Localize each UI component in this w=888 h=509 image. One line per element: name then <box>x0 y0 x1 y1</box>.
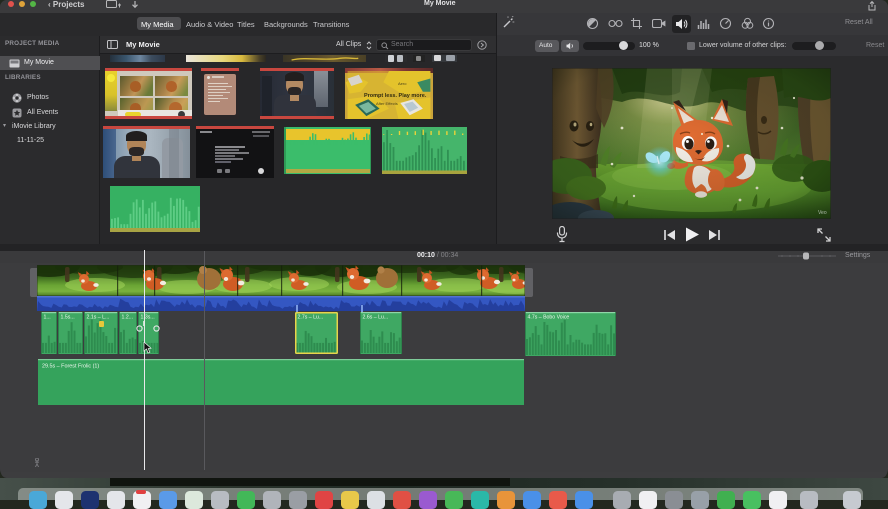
svg-text:1.2...: 1.2... <box>121 315 133 321</box>
svg-text:1.5s...: 1.5s... <box>60 315 74 321</box>
svg-text:29.5s – Forest Frolic (1): 29.5s – Forest Frolic (1) <box>42 364 99 370</box>
svg-text:2.1s – L...: 2.1s – L... <box>86 315 109 321</box>
svg-text:2.7s – Lu...: 2.7s – Lu... <box>298 315 324 321</box>
svg-text:1.3s...: 1.3s... <box>140 315 154 321</box>
svg-text:4.7s – Bobo Voice: 4.7s – Bobo Voice <box>528 315 570 321</box>
svg-text:Veo: Veo <box>818 210 827 216</box>
svg-text:2.6s – Lu...: 2.6s – Lu... <box>363 315 389 321</box>
svg-text:1...: 1... <box>43 315 50 321</box>
